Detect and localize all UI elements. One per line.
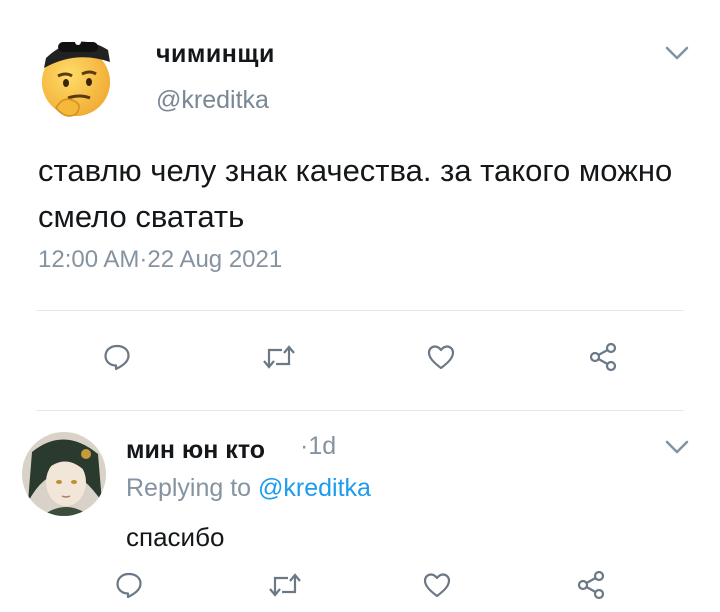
replying-to: Replying to @kreditka xyxy=(126,474,371,503)
tweet-date: 22 Aug 2021 xyxy=(147,246,283,273)
heart-icon xyxy=(423,573,451,598)
reply-retweet-button[interactable] xyxy=(268,568,302,602)
reply-time[interactable]: ·1d xyxy=(300,432,336,461)
share-icon xyxy=(589,342,617,372)
chevron-down-icon[interactable] xyxy=(664,438,690,456)
reply-text: спасибо xyxy=(126,522,225,552)
share-icon xyxy=(577,570,605,600)
tweet-text: ставлю челу знак качества. за такого мож… xyxy=(38,153,673,234)
author-avatar[interactable] xyxy=(36,28,120,120)
tweet-timestamp[interactable]: 12:00 AM·22 Aug 2021 xyxy=(38,246,282,274)
reply-like-button[interactable] xyxy=(420,568,454,602)
reply-reply-button[interactable] xyxy=(112,568,146,602)
divider xyxy=(36,410,684,411)
retweet-icon xyxy=(263,345,295,369)
reply-author-name[interactable]: мин юн кто xyxy=(126,436,265,465)
reply-share-button[interactable] xyxy=(574,568,608,602)
heart-icon xyxy=(427,345,455,370)
tweet-time: 12:00 AM xyxy=(38,246,140,273)
reply-time-value: 1d xyxy=(308,432,337,460)
share-button[interactable] xyxy=(586,340,620,374)
reply-icon xyxy=(104,344,130,371)
replying-to-label: Replying to xyxy=(126,474,252,502)
author-handle[interactable]: @kreditka xyxy=(156,86,269,115)
chevron-down-icon[interactable] xyxy=(664,44,690,62)
divider xyxy=(36,310,684,311)
reply-icon xyxy=(116,572,142,599)
author-name[interactable]: чиминщи xyxy=(156,40,275,69)
like-button[interactable] xyxy=(424,340,458,374)
retweet-button[interactable] xyxy=(262,340,296,374)
retweet-icon xyxy=(269,573,301,597)
replying-to-handle[interactable]: @kreditka xyxy=(258,474,371,502)
reply-author-avatar[interactable] xyxy=(22,432,106,516)
reply-button[interactable] xyxy=(100,340,134,374)
